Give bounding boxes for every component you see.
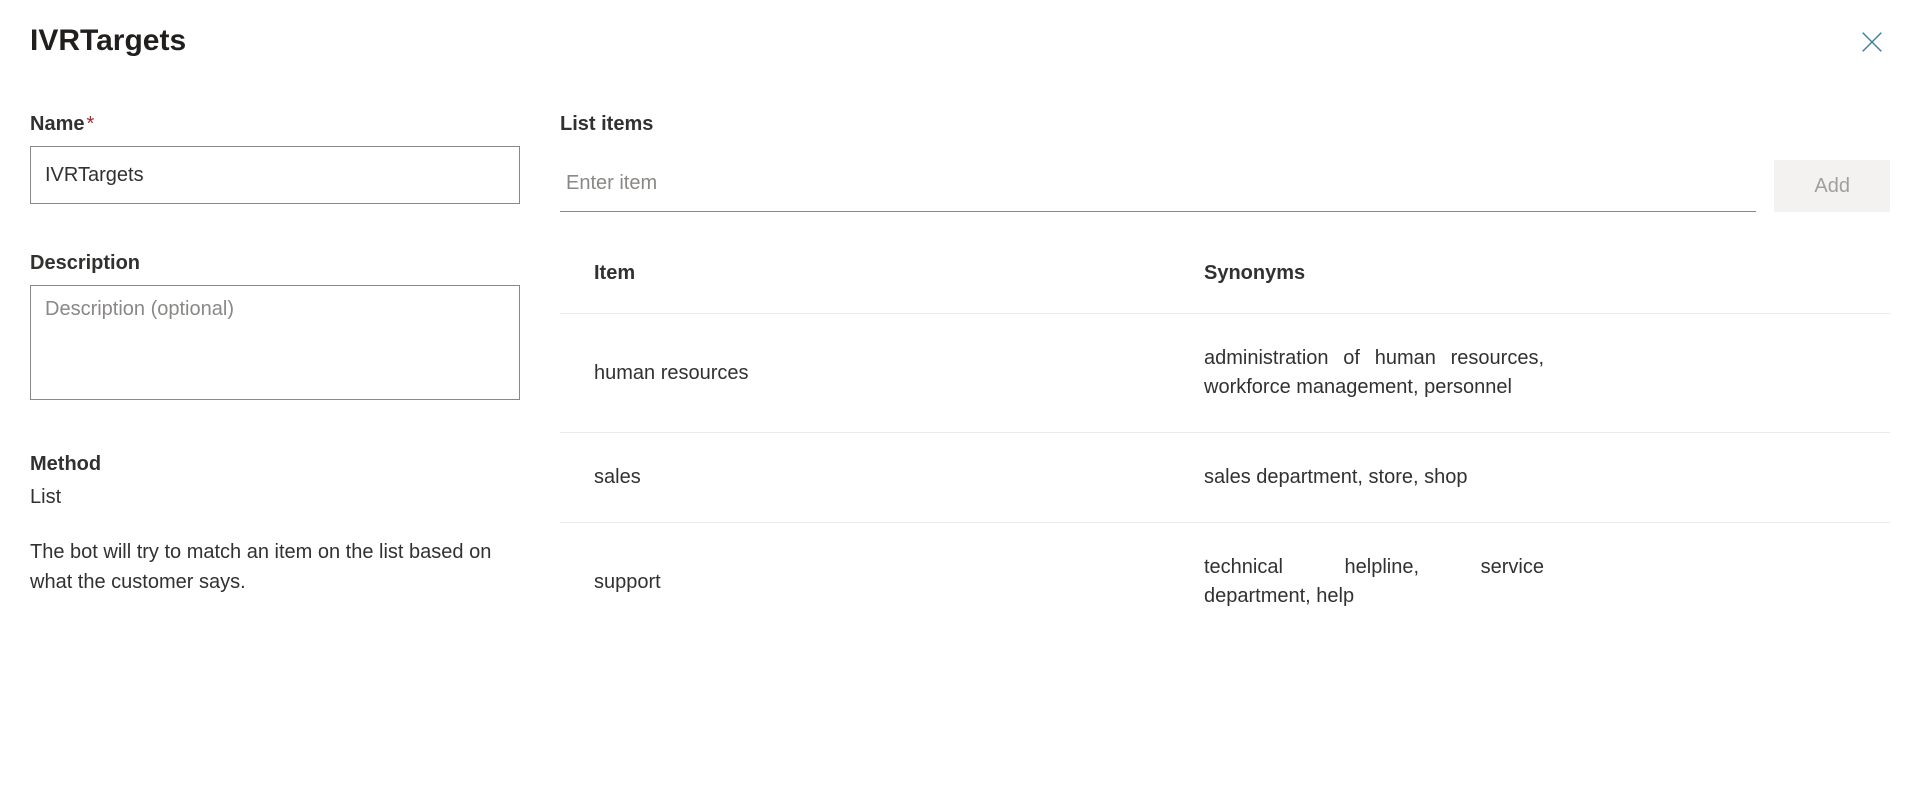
name-input[interactable] [30,146,520,204]
name-label: Name* [30,113,520,136]
table-row[interactable]: human resources administration of human … [560,314,1890,433]
column-header-synonyms: Synonyms [1204,262,1876,285]
synonyms-cell: technical helpline, service department, … [1204,553,1544,611]
column-header-item: Item [594,262,1204,285]
close-icon [1858,28,1886,56]
description-label: Description [30,252,520,275]
add-button[interactable]: Add [1774,160,1890,212]
synonyms-cell: sales department, store, shop [1204,463,1544,492]
description-input[interactable] [30,285,520,400]
item-cell: support [594,571,1204,594]
enter-item-input[interactable] [560,162,1756,212]
item-cell: human resources [594,362,1204,385]
close-button[interactable] [1854,24,1890,63]
items-table: Item Synonyms human resources administra… [560,262,1890,641]
synonyms-cell: administration of human resources, workf… [1204,344,1544,402]
item-cell: sales [594,466,1204,489]
method-description: The bot will try to match an item on the… [30,537,500,597]
page-title: IVRTargets [30,24,186,58]
method-value: List [30,486,520,509]
table-row[interactable]: sales sales department, store, shop [560,433,1890,523]
list-items-label: List items [560,113,1890,136]
table-row[interactable]: support technical helpline, service depa… [560,523,1890,641]
table-header: Item Synonyms [560,262,1890,314]
required-indicator: * [86,113,94,135]
method-label: Method [30,453,520,476]
